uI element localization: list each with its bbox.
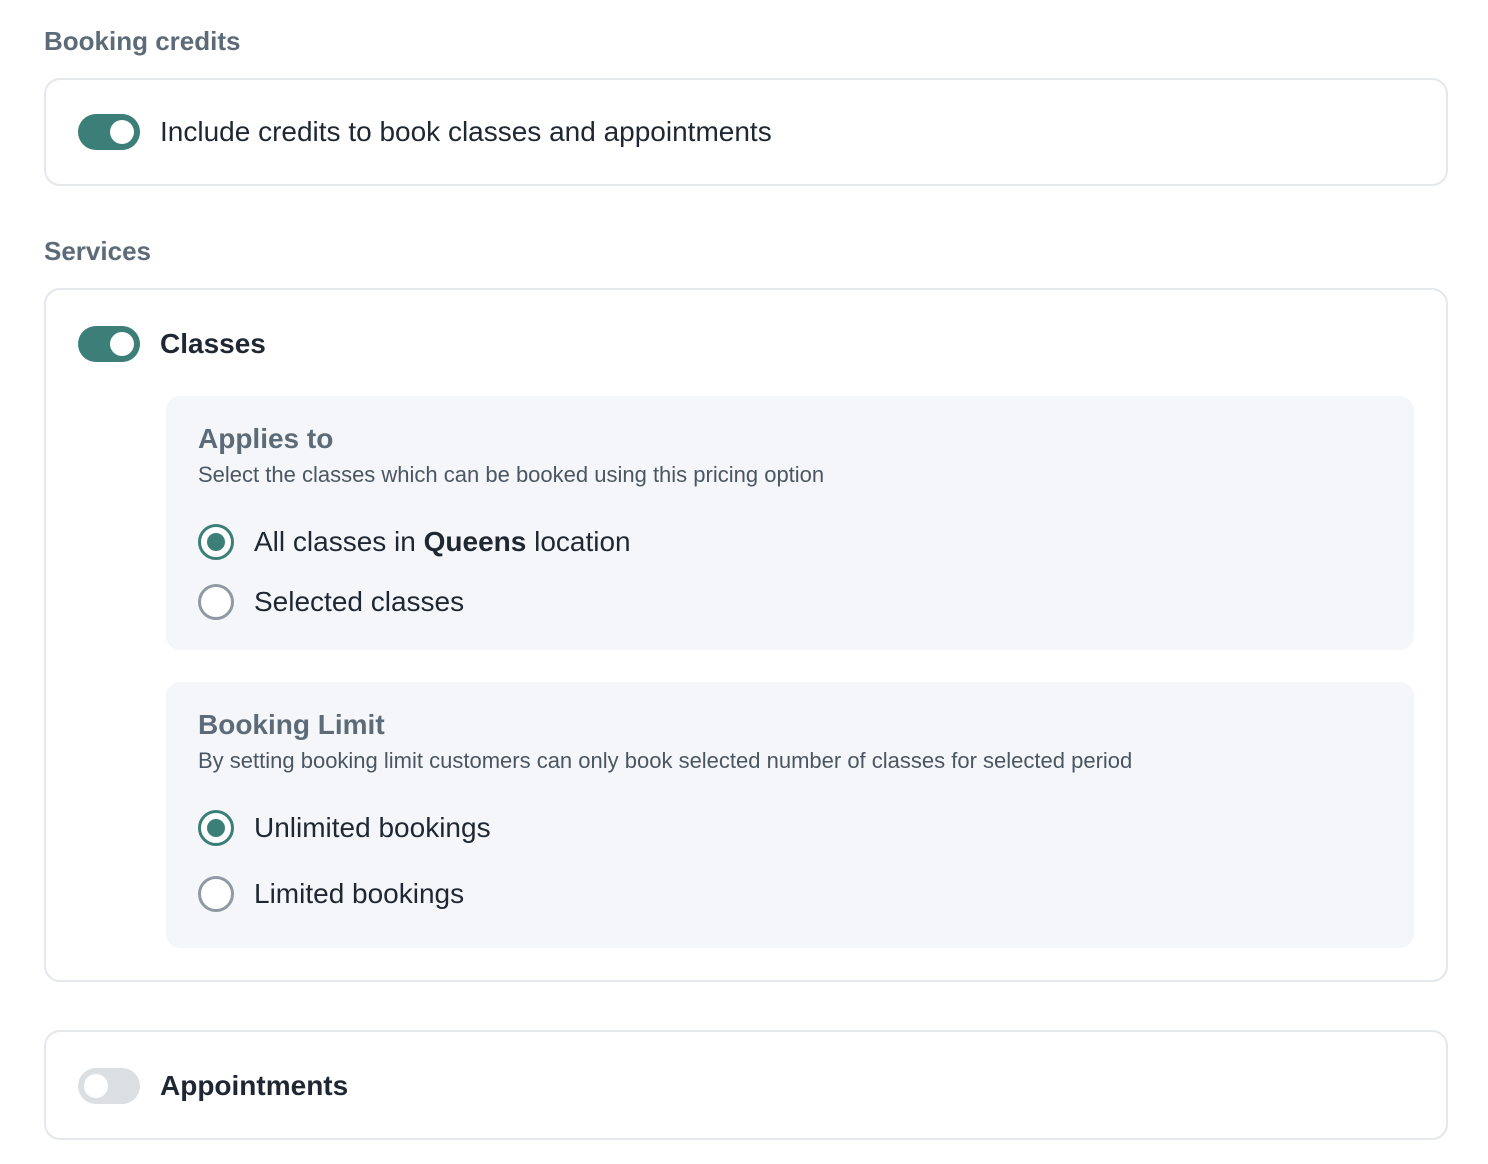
- radio-button-checked[interactable]: [198, 524, 234, 560]
- booking-limit-panel: Booking Limit By setting booking limit c…: [166, 682, 1414, 948]
- radio-dot: [207, 533, 225, 551]
- include-credits-row: Include credits to book classes and appo…: [78, 114, 772, 150]
- booking-limit-title: Booking Limit: [198, 709, 385, 740]
- limited-bookings-label: Limited bookings: [254, 878, 465, 909]
- radio-button-unchecked[interactable]: [198, 876, 234, 912]
- radio-unlimited-bookings[interactable]: Unlimited bookings: [198, 810, 1382, 846]
- radio-dot: [207, 819, 225, 837]
- toggle-knob: [110, 332, 134, 356]
- classes-row: Classes: [78, 326, 266, 362]
- pricing-option-settings: Booking credits Include credits to book …: [0, 0, 1488, 1164]
- classes-toggle[interactable]: [78, 326, 140, 362]
- appointments-card: Appointments: [44, 1030, 1448, 1140]
- all-classes-prefix: All classes in: [254, 526, 424, 557]
- radio-selected-classes[interactable]: Selected classes: [198, 584, 1382, 620]
- services-title: Services: [44, 236, 151, 266]
- appointments-label: Appointments: [160, 1070, 349, 1101]
- radio-button-unchecked[interactable]: [198, 584, 234, 620]
- toggle-knob: [84, 1074, 108, 1098]
- all-classes-suffix: location: [526, 526, 631, 557]
- location-name: Queens: [423, 526, 527, 557]
- include-credits-label: Include credits to book classes and appo…: [160, 116, 772, 147]
- include-credits-toggle[interactable]: [78, 114, 140, 150]
- radio-button-checked[interactable]: [198, 810, 234, 846]
- appointments-row: Appointments: [78, 1068, 348, 1104]
- all-classes-label: All classes in Queens location: [254, 526, 631, 558]
- toggle-knob: [110, 120, 134, 144]
- appointments-toggle[interactable]: [78, 1068, 140, 1104]
- applies-to-panel: Applies to Select the classes which can …: [166, 396, 1414, 650]
- radio-all-classes[interactable]: All classes in Queens location: [198, 524, 1382, 560]
- unlimited-bookings-label: Unlimited bookings: [254, 812, 491, 843]
- booking-limit-description: By setting booking limit customers can o…: [198, 748, 1133, 773]
- booking-credits-card: Include credits to book classes and appo…: [44, 78, 1448, 186]
- classes-card: Classes Applies to Select the classes wh…: [44, 288, 1448, 982]
- radio-limited-bookings[interactable]: Limited bookings: [198, 876, 1382, 912]
- classes-label: Classes: [160, 328, 266, 359]
- booking-credits-title: Booking credits: [44, 26, 241, 56]
- selected-classes-label: Selected classes: [254, 586, 465, 617]
- applies-to-description: Select the classes which can be booked u…: [198, 462, 825, 487]
- applies-to-title: Applies to: [198, 423, 334, 454]
